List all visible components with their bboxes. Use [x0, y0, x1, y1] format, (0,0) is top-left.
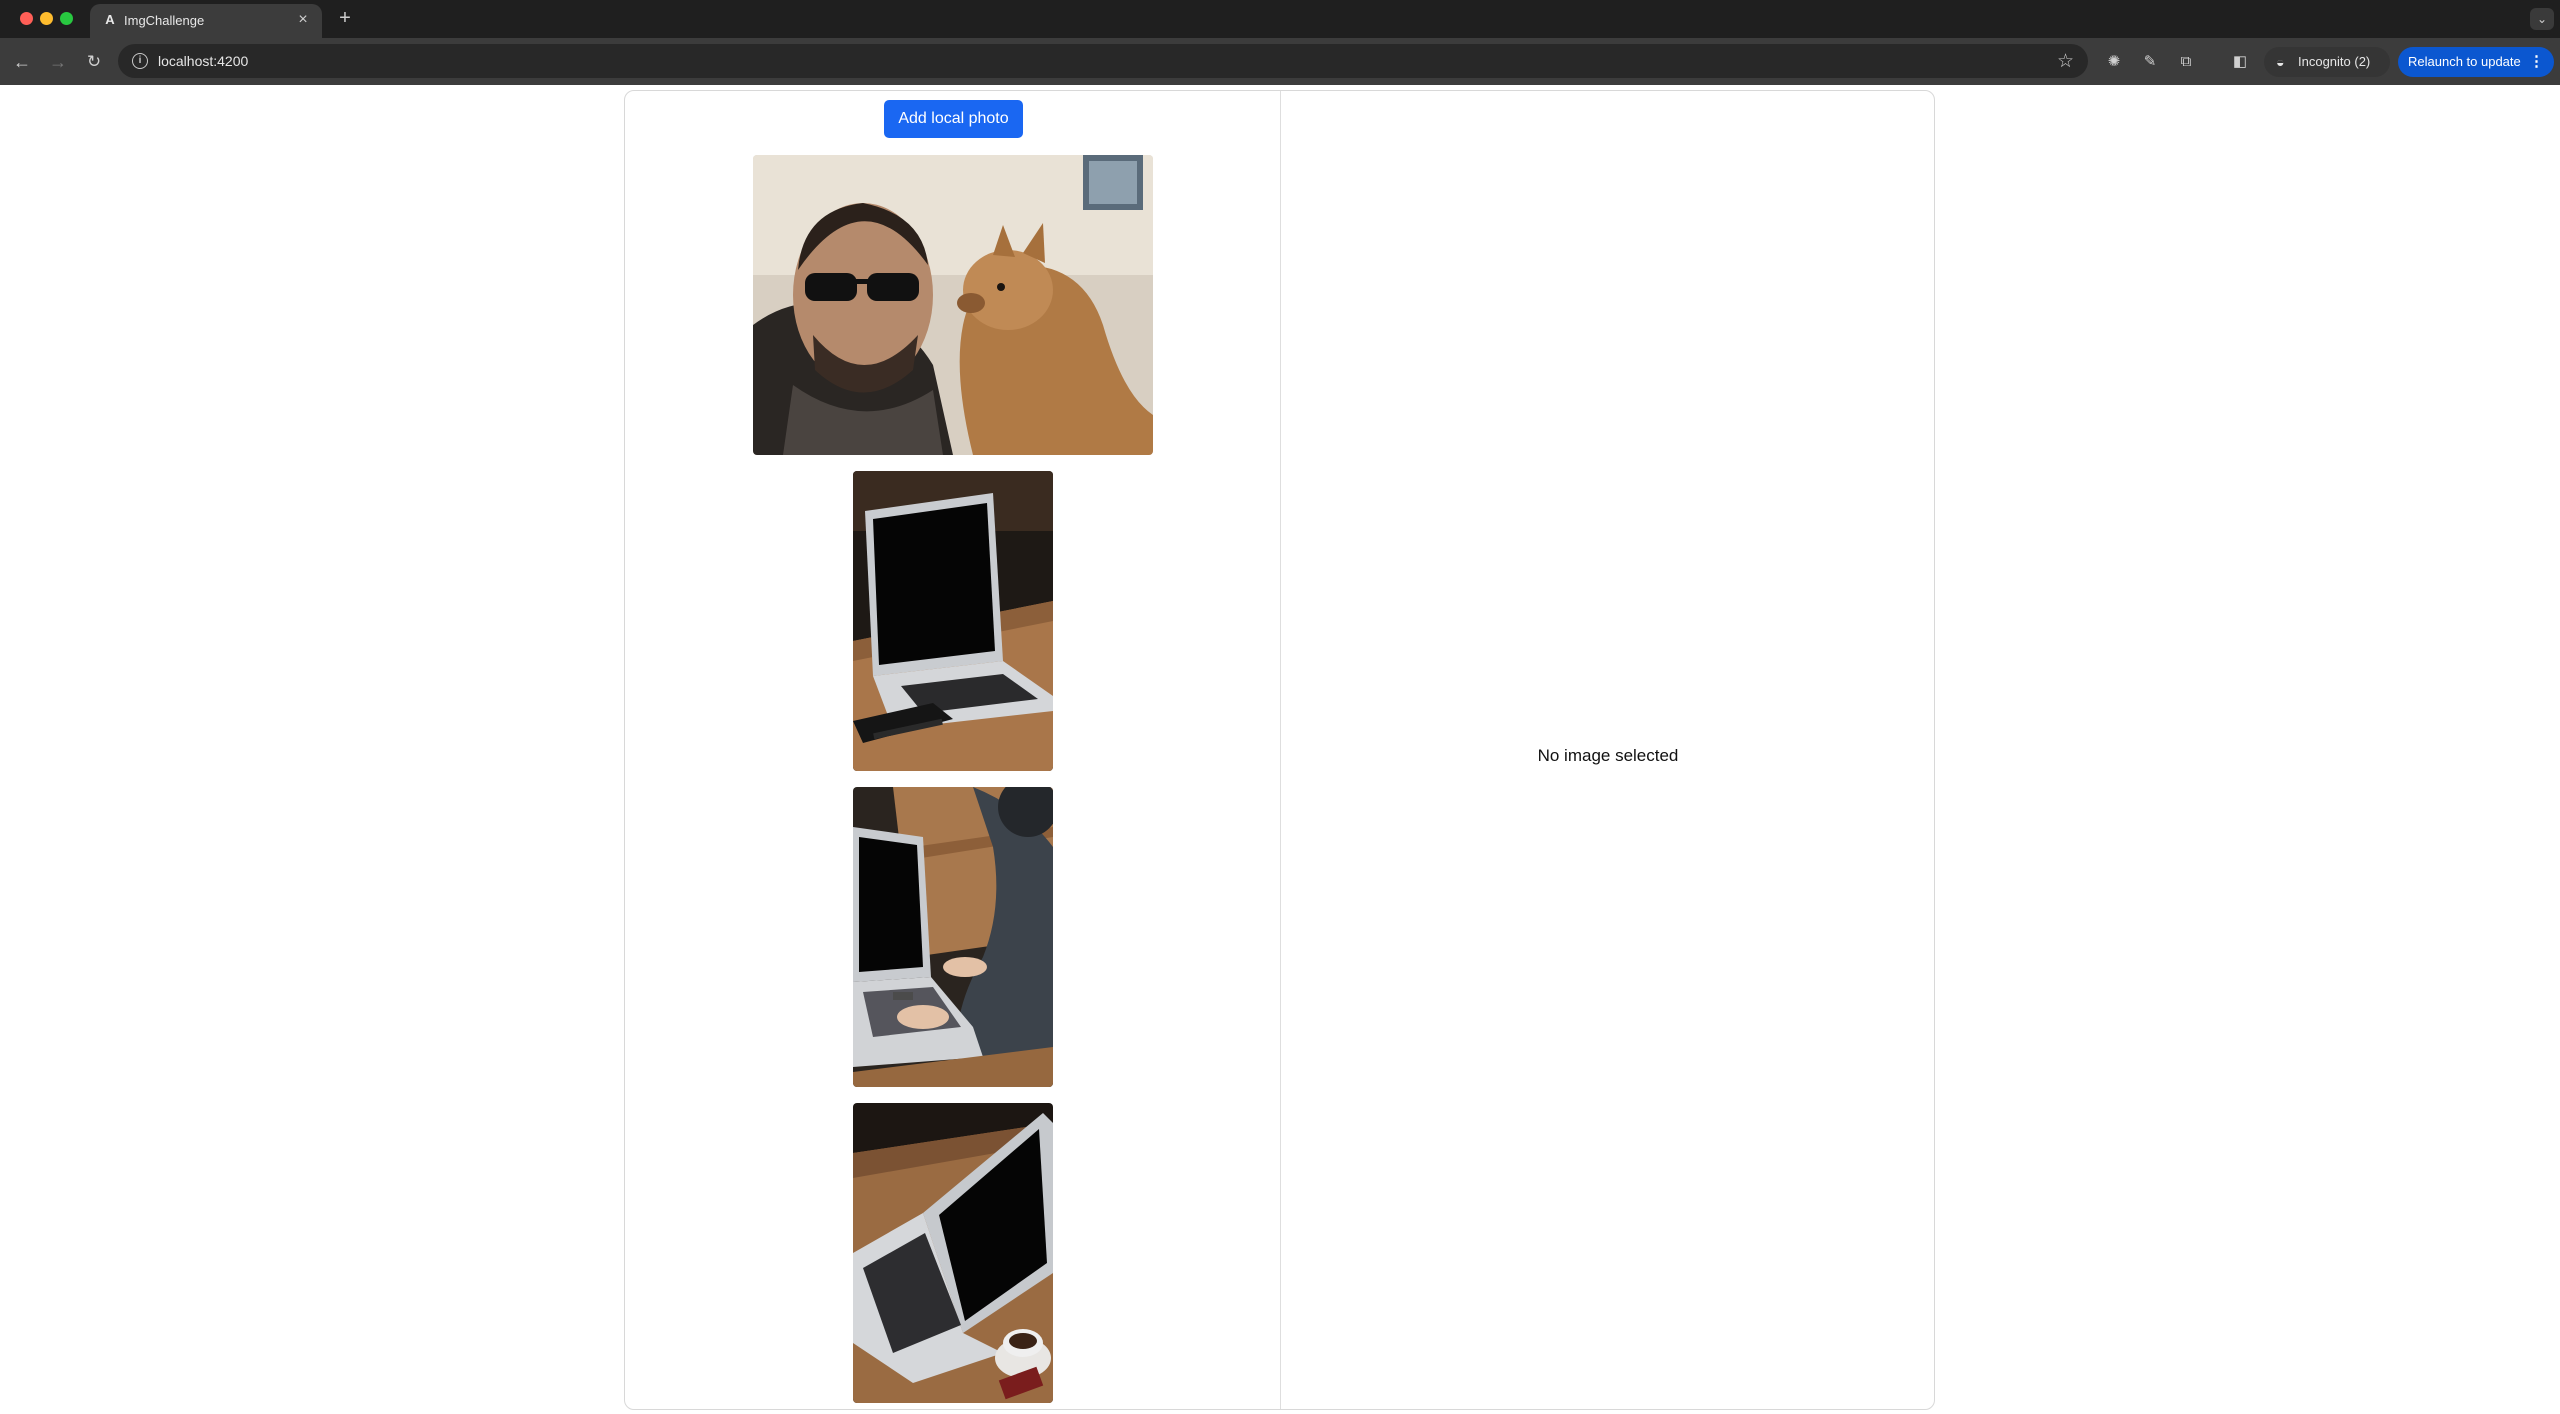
relaunch-button[interactable]: Relaunch to update ⋮: [2398, 47, 2554, 77]
tab-title: ImgChallenge: [124, 13, 205, 28]
bookmark-star-icon[interactable]: ☆: [2057, 50, 2074, 73]
photo-thumbnail[interactable]: [753, 155, 1153, 455]
image-preview-panel: No image selected: [1281, 91, 1935, 1409]
maximize-window-icon[interactable]: [60, 12, 73, 25]
man-with-alpaca-image: [753, 155, 1153, 455]
forward-icon[interactable]: →: [46, 50, 70, 74]
laptop-with-coffee-image: [853, 1103, 1053, 1403]
side-panel-icon[interactable]: ◧: [2229, 51, 2251, 73]
relaunch-label: Relaunch to update: [2408, 54, 2521, 69]
tab-strip: A ImgChallenge × + ⌄: [0, 0, 2560, 38]
add-local-photo-button[interactable]: Add local photo: [884, 100, 1023, 138]
incognito-label: Incognito (2): [2298, 54, 2371, 69]
new-tab-icon[interactable]: +: [334, 8, 356, 30]
minimize-window-icon[interactable]: [40, 12, 53, 25]
close-tab-icon[interactable]: ×: [294, 11, 312, 29]
photo-thumbnail[interactable]: [853, 1103, 1053, 1403]
close-window-icon[interactable]: [20, 12, 33, 25]
browser-tab[interactable]: A ImgChallenge ×: [90, 4, 322, 38]
photo-thumbnail[interactable]: [853, 471, 1053, 771]
tab-search-icon[interactable]: ⌄: [2530, 8, 2554, 30]
no-image-selected-message: No image selected: [1537, 746, 1679, 765]
person-typing-on-laptop-image: [853, 787, 1053, 1087]
photo-list-panel: Add local photo: [625, 91, 1281, 1409]
extension-pen-icon[interactable]: ✎: [2139, 51, 2161, 73]
browser-toolbar: ← → ↻ i localhost:4200 ☆ ✺ ✎ ⧉ ◧ ◒ Incog…: [0, 38, 2560, 85]
reload-icon[interactable]: ↻: [82, 50, 106, 74]
page-viewport: Add local photo No image selected: [0, 85, 2560, 1414]
address-bar[interactable]: i localhost:4200 ☆: [118, 44, 2088, 78]
laptop-on-desk-image: [853, 471, 1053, 771]
incognito-icon: ◒: [2276, 54, 2285, 70]
incognito-indicator[interactable]: ◒ Incognito (2): [2264, 47, 2390, 77]
more-vert-icon[interactable]: ⋮: [2529, 47, 2544, 77]
angular-favicon-icon: A: [105, 12, 115, 27]
site-info-icon[interactable]: i: [132, 53, 148, 69]
back-icon[interactable]: ←: [10, 50, 34, 74]
extensions-puzzle-icon[interactable]: ⧉: [2175, 51, 2197, 73]
address-url[interactable]: localhost:4200: [158, 53, 248, 69]
photo-thumbnail[interactable]: [853, 787, 1053, 1087]
extension-bug-icon[interactable]: ✺: [2103, 51, 2125, 73]
image-challenge-app: Add local photo No image selected: [624, 90, 1935, 1410]
